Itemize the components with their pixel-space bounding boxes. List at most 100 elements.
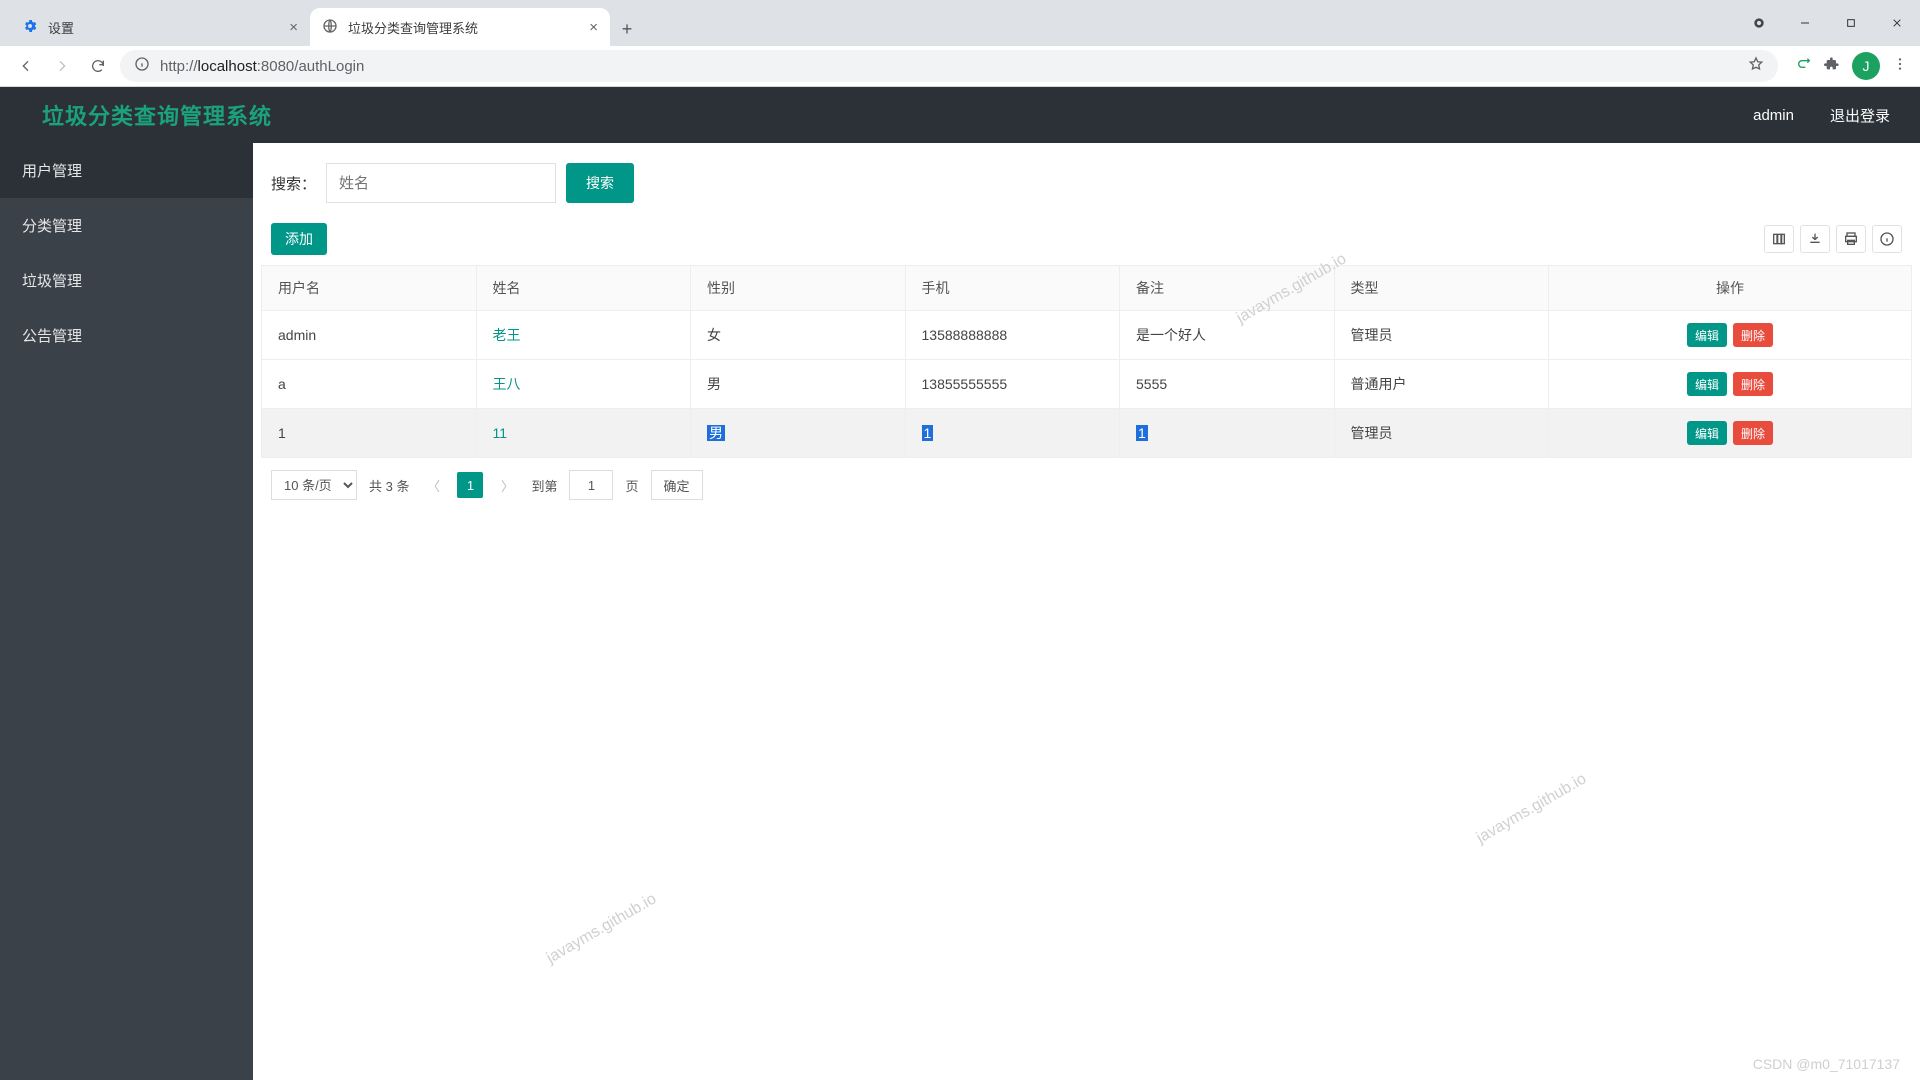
cell-name: 王八	[476, 360, 691, 409]
cell-gender: 男	[691, 409, 906, 458]
page-suffix: 页	[625, 476, 638, 495]
cell-phone: 13588888888	[905, 311, 1120, 360]
window-controls	[1736, 0, 1920, 46]
close-icon[interactable]: ×	[289, 19, 298, 36]
new-tab-button[interactable]: +	[610, 12, 644, 46]
search-label: 搜索：	[271, 173, 316, 194]
browser-tab-settings[interactable]: 设置 ×	[10, 8, 310, 46]
current-user[interactable]: admin	[1753, 107, 1794, 124]
app-header: 垃圾分类查询管理系统 admin 退出登录	[0, 87, 1920, 143]
sidebar-item-notice-mgmt[interactable]: 公告管理	[0, 308, 253, 363]
address-bar[interactable]: http://localhost:8080/authLogin	[120, 50, 1778, 82]
logout-link[interactable]: 退出登录	[1830, 105, 1890, 126]
account-indicator-icon[interactable]	[1736, 0, 1782, 46]
url: http://localhost:8080/authLogin	[160, 58, 364, 75]
delete-button[interactable]: 删除	[1733, 323, 1773, 347]
profile-avatar[interactable]: J	[1852, 52, 1880, 80]
tab-title: 设置	[48, 18, 74, 37]
search-bar: 搜索： 搜索	[261, 163, 1912, 219]
export-icon[interactable]	[1800, 225, 1830, 253]
cell-gender: 男	[691, 360, 906, 409]
content: 搜索： 搜索 添加 用户名 姓名	[253, 143, 1920, 1080]
browser-navbar: http://localhost:8080/authLogin J	[0, 46, 1920, 87]
page-current[interactable]: 1	[457, 472, 483, 498]
th-name: 姓名	[476, 266, 691, 311]
extensions-update-icon[interactable]	[1796, 56, 1812, 77]
star-icon[interactable]	[1748, 56, 1764, 76]
forward-icon[interactable]	[48, 52, 76, 80]
print-icon[interactable]	[1836, 225, 1866, 253]
cell-phone: 1	[905, 409, 1120, 458]
table-row[interactable]: a王八男138555555555555普通用户编辑删除	[262, 360, 1912, 409]
th-phone: 手机	[905, 266, 1120, 311]
kebab-menu-icon[interactable]	[1892, 56, 1908, 77]
minimize-icon[interactable]	[1782, 0, 1828, 46]
info-icon[interactable]	[1872, 225, 1902, 253]
globe-icon	[322, 18, 338, 37]
table-row[interactable]: admin老王女13588888888是一个好人管理员编辑删除	[262, 311, 1912, 360]
data-table: 用户名 姓名 性别 手机 备注 类型 操作 admin 老王 女1358888888…	[261, 265, 1912, 458]
credit: CSDN @m0_71017137	[1753, 1056, 1900, 1072]
cell-remark: 1	[1120, 409, 1335, 458]
tab-title: 垃圾分类查询管理系统	[348, 18, 478, 37]
close-icon[interactable]: ×	[589, 19, 598, 36]
reload-icon[interactable]	[84, 52, 112, 80]
cell-gender: 女	[691, 311, 906, 360]
table-row[interactable]: 111男11管理员编辑删除	[262, 409, 1912, 458]
cell-phone: 13855555555	[905, 360, 1120, 409]
maximize-icon[interactable]	[1828, 0, 1874, 46]
table-toolbar: 添加	[261, 219, 1912, 265]
next-page-icon[interactable]: 〉	[495, 476, 519, 495]
pagination: 10 条/页 共 3 条 〈 1 〉 到第 页 确定	[261, 458, 1912, 512]
total-records: 共 3 条	[369, 476, 409, 495]
columns-icon[interactable]	[1764, 225, 1794, 253]
tabstrip: 设置 × 垃圾分类查询管理系统 × +	[0, 0, 1920, 46]
th-username: 用户名	[262, 266, 477, 311]
name-link[interactable]: 11	[493, 425, 508, 441]
sidebar-item-category-mgmt[interactable]: 分类管理	[0, 198, 253, 253]
edit-button[interactable]: 编辑	[1687, 372, 1727, 396]
app-title: 垃圾分类查询管理系统	[42, 99, 272, 131]
goto-input[interactable]	[569, 470, 613, 500]
th-ops: 操作	[1549, 266, 1912, 311]
cell-username: admin	[262, 311, 477, 360]
delete-button[interactable]: 删除	[1733, 421, 1773, 445]
cell-ops: 编辑删除	[1549, 409, 1912, 458]
delete-button[interactable]: 删除	[1733, 372, 1773, 396]
goto-confirm-button[interactable]: 确定	[651, 470, 703, 500]
cell-username: 1	[262, 409, 477, 458]
browser-right-icons: J	[1786, 52, 1908, 80]
browser-chrome: 设置 × 垃圾分类查询管理系统 × + http://localhost:808…	[0, 0, 1920, 87]
sidebar: 用户管理 分类管理 垃圾管理 公告管理	[0, 143, 253, 1080]
cell-ops: 编辑删除	[1549, 360, 1912, 409]
prev-page-icon[interactable]: 〈	[421, 476, 445, 495]
name-link[interactable]: 王八	[493, 376, 521, 392]
goto-label: 到第	[531, 476, 557, 495]
table-header-row: 用户名 姓名 性别 手机 备注 类型 操作	[262, 266, 1912, 311]
sidebar-item-garbage-mgmt[interactable]: 垃圾管理	[0, 253, 253, 308]
browser-tab-app[interactable]: 垃圾分类查询管理系统 ×	[310, 8, 610, 46]
edit-button[interactable]: 编辑	[1687, 323, 1727, 347]
cell-username: a	[262, 360, 477, 409]
th-remark: 备注	[1120, 266, 1335, 311]
extensions-icon[interactable]	[1824, 56, 1840, 77]
th-type: 类型	[1334, 266, 1549, 311]
name-link[interactable]: 老王	[493, 327, 521, 343]
cell-remark: 5555	[1120, 360, 1335, 409]
close-window-icon[interactable]	[1874, 0, 1920, 46]
edit-button[interactable]: 编辑	[1687, 421, 1727, 445]
app: 垃圾分类查询管理系统 admin 退出登录 用户管理 分类管理 垃圾管理 公告管…	[0, 87, 1920, 1080]
search-button[interactable]: 搜索	[566, 163, 634, 203]
cell-type: 管理员	[1334, 409, 1549, 458]
add-button[interactable]: 添加	[271, 223, 327, 255]
settings-icon	[22, 18, 38, 37]
cell-ops: 编辑删除	[1549, 311, 1912, 360]
cell-type: 普通用户	[1334, 360, 1549, 409]
site-info-icon[interactable]	[134, 56, 150, 76]
cell-remark: 是一个好人	[1120, 311, 1335, 360]
back-icon[interactable]	[12, 52, 40, 80]
search-input[interactable]	[326, 163, 556, 203]
cell-name: 11	[476, 409, 691, 458]
page-size-select[interactable]: 10 条/页	[271, 470, 357, 500]
sidebar-item-user-mgmt[interactable]: 用户管理	[0, 143, 253, 198]
